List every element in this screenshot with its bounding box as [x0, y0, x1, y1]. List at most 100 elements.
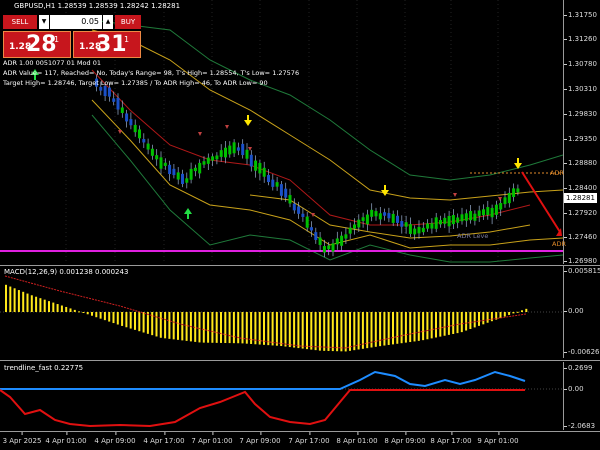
- candle-body: [482, 209, 485, 216]
- macd-canvas[interactable]: [0, 266, 563, 358]
- macd-histogram-bar: [215, 312, 218, 343]
- macd-histogram-bar: [327, 312, 330, 351]
- bid-price-pips: 28: [26, 32, 57, 57]
- sell-button[interactable]: SELL: [3, 15, 37, 29]
- candle-body: [439, 220, 442, 225]
- current-price-tag: 1.28281: [564, 193, 597, 203]
- buy-button[interactable]: BUY: [115, 15, 141, 29]
- trendline-canvas[interactable]: [0, 362, 563, 430]
- macd-histogram-bar: [159, 312, 162, 338]
- time-tick: 9 Apr 01:00: [477, 432, 519, 445]
- macd-pane[interactable]: MACD(12,26,9) 0.001238 0.000243: [0, 266, 564, 358]
- price-tick: 1.28880: [564, 159, 597, 167]
- candle-body: [292, 203, 296, 211]
- macd-histogram-bar: [387, 312, 390, 345]
- price-tick: 1.26980: [564, 257, 597, 265]
- macd-histogram-bar: [275, 312, 278, 346]
- macd-histogram-bar: [202, 312, 205, 343]
- macd-histogram-bar: [293, 312, 296, 348]
- price-tick: 1.30780: [564, 60, 597, 68]
- candle-body: [413, 228, 417, 235]
- macd-histogram-bar: [512, 312, 515, 314]
- marker-icon: [498, 197, 502, 201]
- time-tick: 7 Apr 09:00: [239, 432, 281, 445]
- price-chart-pane[interactable]: GBPUSD,H1 1.28539 1.28539 1.28242 1.2828…: [0, 0, 566, 264]
- candle-body: [116, 97, 120, 110]
- macd-histogram-bar: [91, 312, 93, 316]
- candle-body: [249, 154, 253, 167]
- candle-body: [146, 143, 150, 150]
- time-tick: 8 Apr 01:00: [336, 432, 378, 445]
- candle-body: [125, 113, 129, 122]
- candle-body: [211, 156, 215, 161]
- marker-icon: [453, 193, 457, 197]
- candle-body: [361, 217, 365, 222]
- trendline-axis[interactable]: 0.2699 0.00 -2.0683: [563, 362, 600, 430]
- candle-body: [198, 162, 202, 174]
- trendline-tick: -2.0683: [563, 422, 596, 430]
- macd-histogram-bar: [17, 290, 20, 312]
- candle-body: [159, 157, 163, 169]
- volume-input[interactable]: 0.05: [50, 15, 102, 29]
- trendline-tick: 0.00: [564, 385, 584, 393]
- adr-info-line-1: ADR 1.00 0051077 01 Mod 01: [3, 59, 101, 67]
- macd-histogram-bar: [99, 312, 102, 319]
- macd-histogram-bar: [26, 293, 29, 312]
- time-tick: 7 Apr 01:00: [191, 432, 233, 445]
- candle-body: [262, 167, 266, 177]
- marker-icon: [118, 130, 122, 134]
- macd-histogram-bar: [125, 312, 128, 328]
- candle-body: [138, 129, 141, 139]
- volume-up-icon[interactable]: ▲: [103, 15, 113, 29]
- macd-histogram-bar: [503, 312, 506, 317]
- time-tick: 4 Apr 01:00: [45, 432, 87, 445]
- candle-body: [288, 195, 292, 204]
- price-axis[interactable]: 1.31750 1.31260 1.30780 1.30310 1.29830 …: [564, 0, 600, 265]
- candle-body: [314, 232, 318, 240]
- macd-histogram-bar: [426, 312, 429, 340]
- candle-body: [133, 124, 137, 133]
- candle-body: [456, 217, 460, 223]
- volume-down-icon[interactable]: ▼: [39, 15, 49, 29]
- candle-body: [494, 204, 498, 215]
- macd-histogram-bar: [65, 306, 68, 312]
- candle-body: [486, 207, 490, 216]
- macd-histogram-bar: [344, 312, 347, 352]
- bid-price-button[interactable]: 1.28 28 1: [3, 31, 71, 58]
- macd-histogram-bar: [456, 312, 459, 334]
- macd-histogram-bar: [361, 312, 364, 349]
- macd-histogram-bar: [138, 312, 141, 332]
- macd-histogram-bar: [404, 312, 407, 343]
- candle-body: [193, 167, 197, 172]
- candle-body: [206, 157, 210, 164]
- candle-body: [310, 227, 313, 231]
- candle-body: [348, 227, 352, 234]
- candle-body: [434, 217, 438, 229]
- macd-histogram-bar: [490, 312, 493, 322]
- candle-body: [297, 206, 301, 214]
- candle-body: [512, 188, 516, 198]
- pane-divider[interactable]: [0, 360, 600, 361]
- macd-histogram-bar: [409, 312, 412, 343]
- candle-body: [267, 175, 270, 183]
- trendline-slow-line: [0, 389, 525, 428]
- macd-histogram-bar: [465, 312, 468, 331]
- candle-body: [318, 237, 322, 245]
- macd-axis[interactable]: 0.005815 0.00 -0.006269: [563, 266, 600, 358]
- candle-body: [172, 168, 176, 176]
- adr-info-line-2: ADR Value= 117, Reached= No, Today's Ran…: [3, 69, 300, 77]
- trendline-pane[interactable]: trendline_fast 0.22775: [0, 362, 564, 430]
- adr-high-label: ADR: [550, 169, 564, 177]
- time-tick: 7 Apr 17:00: [288, 432, 330, 445]
- macd-histogram-bar: [417, 312, 420, 341]
- ask-price-button[interactable]: 1.28 31 1: [73, 31, 141, 58]
- price-tick: 1.31260: [564, 35, 597, 43]
- ask-price-pips: 31: [96, 32, 127, 57]
- time-axis[interactable]: 3 Apr 2025 4 Apr 01:00 4 Apr 09:00 4 Apr…: [0, 432, 563, 450]
- macd-histogram-bar: [482, 312, 485, 325]
- candle-body: [464, 213, 468, 221]
- macd-histogram-bar: [254, 312, 257, 345]
- macd-histogram-bar: [22, 291, 25, 312]
- candle-body: [271, 179, 275, 187]
- candle-body: [507, 192, 511, 204]
